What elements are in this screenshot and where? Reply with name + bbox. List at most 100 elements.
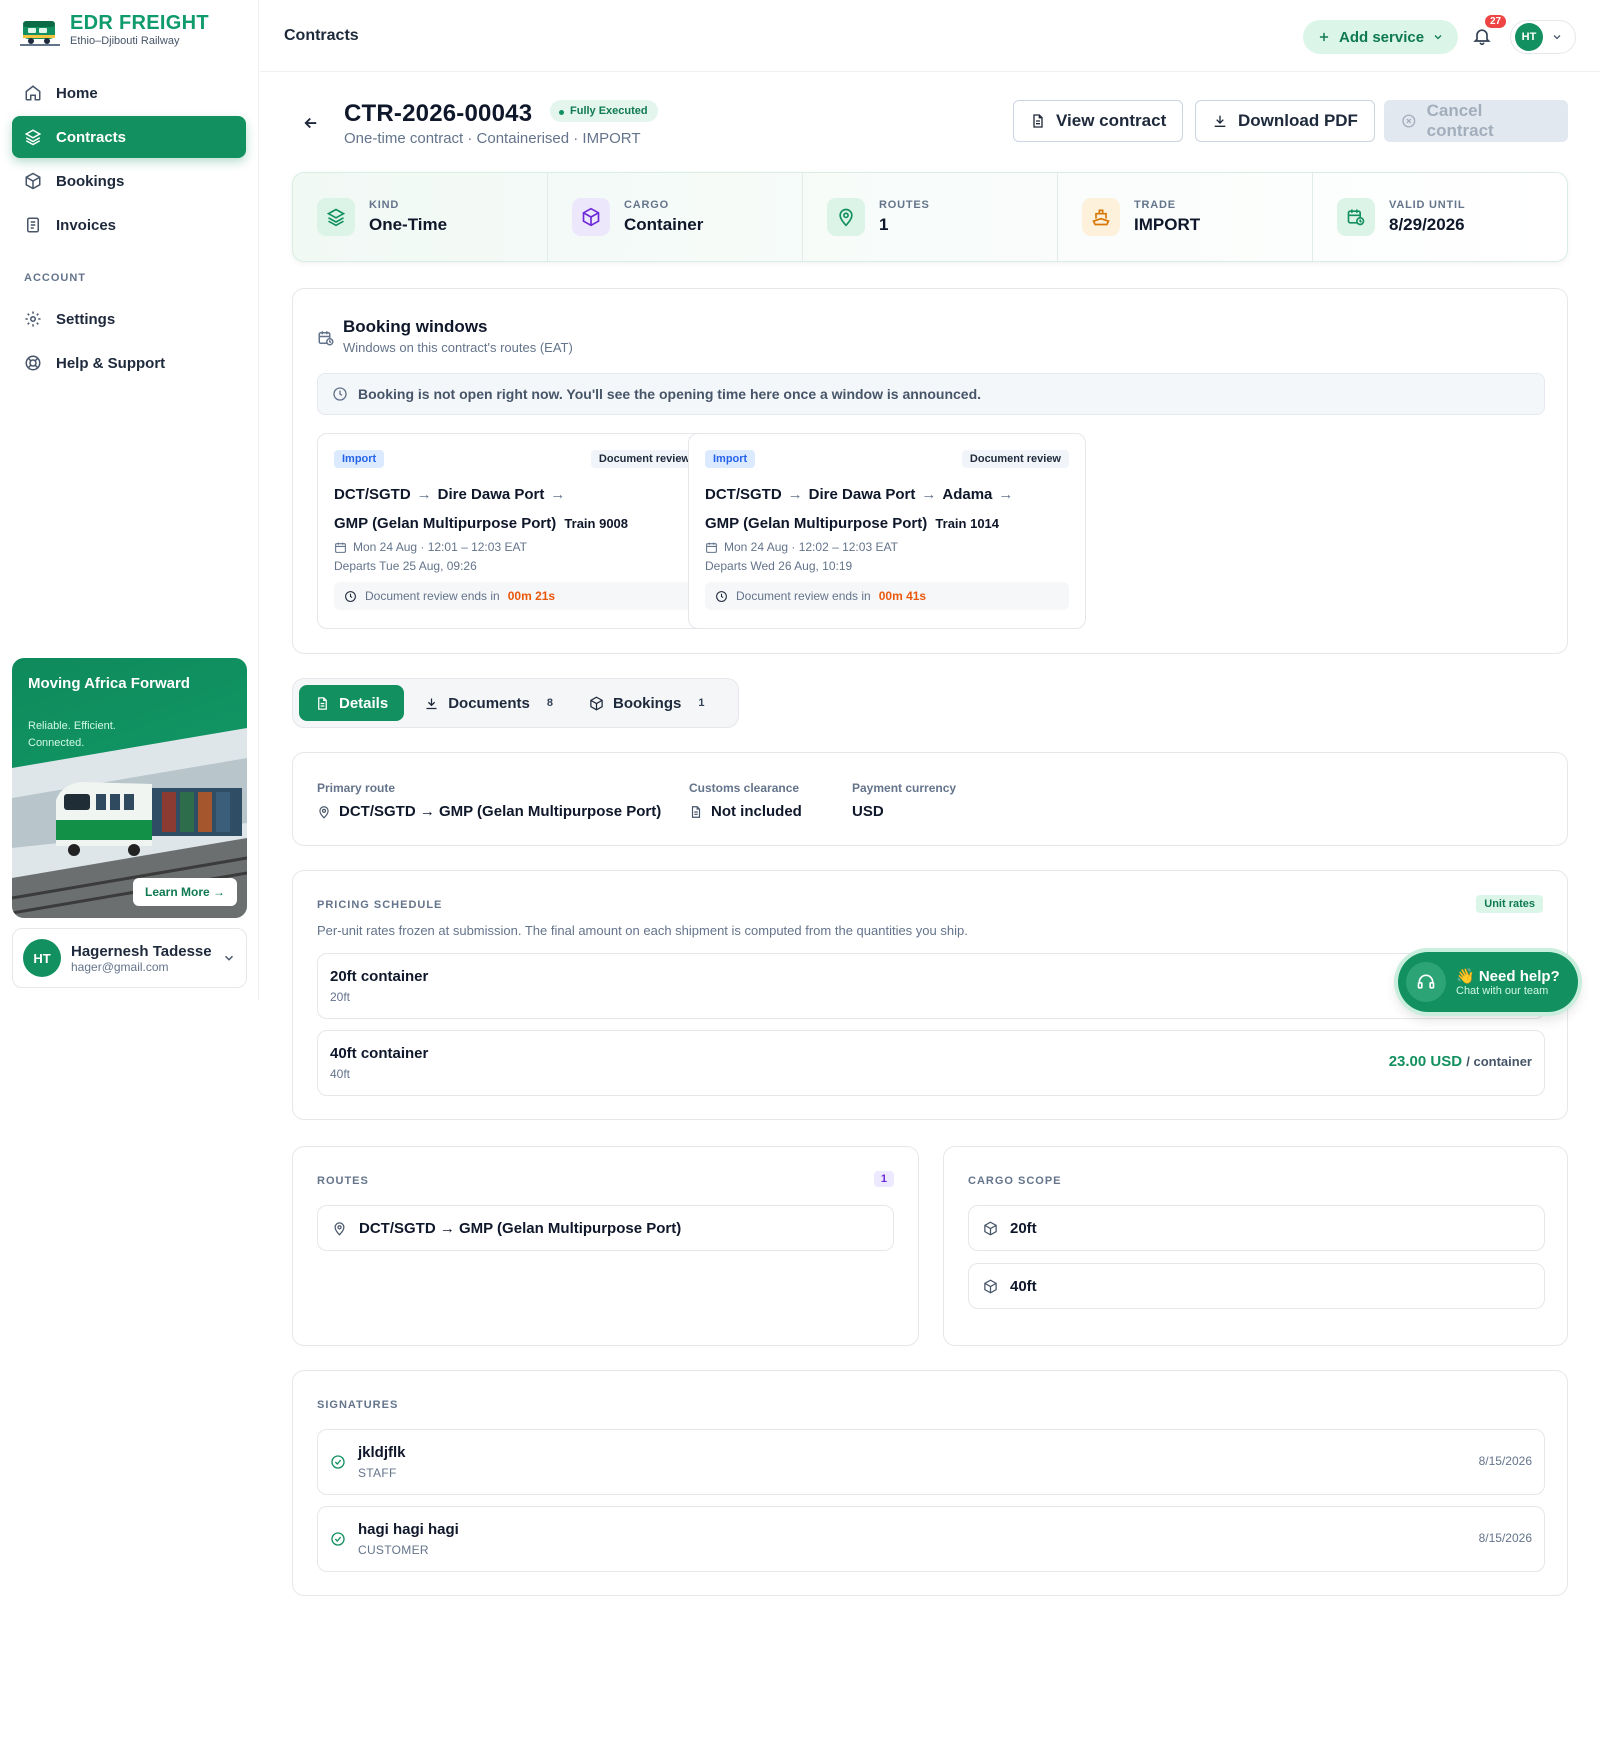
kpi-label: CARGO [624,199,669,211]
view-contract-label: View contract [1056,111,1167,130]
cancel-contract-label: Cancel contract [1426,101,1494,140]
kpi-label: KIND [369,199,400,211]
tab-details[interactable]: Details [299,685,405,721]
tab-count: 8 [546,697,554,709]
tab-label: Details [339,694,389,712]
price-item-size: 40ft [330,1067,351,1081]
field-value: Not included [689,803,802,820]
promo-subtitle: Reliable. Efficient. Connected. [28,720,116,749]
price-value: 23.00 USD [1388,1053,1463,1070]
kpi-valid-until: VALID UNTIL 8/29/2026 [1313,173,1567,261]
primary-route-field: Primary route DCT/SGTD → GMP (Gelan Mult… [317,781,661,820]
file-icon [691,805,701,818]
help-title: 👋 Need help? [1456,968,1560,985]
booking-window-card[interactable]: Import Document review DCT/SGTD → Dire Daw… [317,433,715,629]
map-pin-icon [319,805,329,819]
download-icon [1214,115,1226,127]
cancel-contract-button[interactable]: Cancel contract [1384,100,1568,142]
plus-icon [1319,32,1329,42]
countdown-value: 00m 41s [878,589,927,603]
map-pin-icon [827,198,865,236]
kpi-value: One-Time [369,215,448,234]
page-title: Contracts [284,27,359,44]
route-stops: DCT/SGTD → Dire Dawa Port → GMP (Gelan Mult… [334,480,704,538]
gear-icon [25,311,41,327]
sidebar-item-bookings[interactable]: Bookings [12,160,246,202]
booking-closed-notice: Booking is not open right now. You'll se… [317,373,1545,415]
add-service-button[interactable]: Add service [1303,20,1459,54]
arrow-right-icon: → [921,486,937,503]
top-header: Contracts Add service 27 HT [260,0,1600,72]
layers-icon [317,198,355,236]
stage-tag: Document review [590,450,698,468]
promo-title: Moving Africa Forward [28,675,190,692]
kpi-value: 8/29/2026 [1389,215,1465,234]
box-icon [984,1221,997,1235]
learn-more-button[interactable]: Learn More → [132,878,237,906]
price-unit: / container [1466,1054,1532,1069]
sidebar-item-help-support[interactable]: Help & Support [12,342,246,384]
account-section-label: ACCOUNT [24,272,86,284]
sidebar-item-settings[interactable]: Settings [12,298,246,340]
sidebar-item-label: Bookings [56,172,125,190]
booking-window-card[interactable]: Import Document review DCT/SGTD → Dire Daw… [688,433,1086,629]
need-help-button[interactable]: 👋 Need help? Chat with our team [1398,952,1578,1012]
download-icon [426,698,437,709]
section-subtitle: Per-unit rates frozen at submission. The… [317,923,968,938]
download-pdf-button[interactable]: Download PDF [1195,100,1375,142]
bell-icon[interactable] [1472,26,1492,46]
price-item-name: 40ft container [330,1045,429,1062]
window-time: Mon 24 Aug · 12:02 – 12:03 EAT [705,540,898,554]
signatures-card: SIGNATURES jkldjflk STAFF 8/15/2026 hagi… [292,1370,1568,1596]
sidebar-item-label: Help & Support [56,354,166,372]
arrow-right-icon: → [416,486,432,503]
sidebar-item-invoices[interactable]: Invoices [12,204,246,246]
tab-documents[interactable]: Documents 8 [408,685,569,721]
kpi-label: TRADE [1134,199,1176,211]
kpi-cargo: CARGO Container [548,173,803,261]
trade-tag: Import [334,450,385,468]
sidebar-nav: Home Contracts Bookings Invoices ACCOUNT… [12,72,246,386]
sidebar-item-home[interactable]: Home [12,72,246,114]
package-icon [25,172,41,190]
countdown: Document review ends in 00m 41s [705,582,1069,610]
sidebar-item-label: Settings [56,310,116,328]
help-subtitle: Chat with our team [1456,985,1549,997]
field-label: Customs clearance [689,781,800,795]
currency-value: USD [852,803,884,820]
route-stop: DCT/SGTD [705,486,782,503]
section-subtitle: Windows on this contract's routes (EAT) [343,340,573,355]
section-label: SIGNATURES [317,1399,399,1411]
train-number: Train 9008 [564,516,629,531]
cargo-item: 40ft [968,1263,1545,1309]
sidebar-item-label: Contracts [56,128,127,146]
kpi-routes: ROUTES 1 [803,173,1058,261]
user-email: hager@gmail.com [71,959,169,974]
primary-route-value: DCT/SGTD → GMP (Gelan Multipurpose Port) [339,803,662,820]
train-number: Train 1014 [935,516,1000,531]
invoice-icon [27,217,39,233]
promo-card: Moving Africa Forward Reliable. Efficien… [12,658,247,918]
view-contract-button[interactable]: View contract [1013,100,1184,142]
customs-value: Not included [711,803,802,820]
cargo-scope-card: CARGO SCOPE 20ft 40ft [943,1146,1568,1346]
kpi-value: Container [624,215,704,234]
user-profile-card[interactable]: HT Hagernesh Tadesse hager@gmail.com [12,928,247,988]
notice-text: Booking is not open right now. You'll se… [358,386,982,402]
box-icon [590,696,603,710]
user-menu[interactable]: HT [1510,20,1576,54]
arrow-left-icon[interactable] [302,114,320,132]
kpi-trade: TRADE IMPORT [1058,173,1313,261]
trade-tag: Import [705,450,756,468]
sidebar-item-contracts[interactable]: Contracts [12,116,246,158]
signer-role: CUSTOMER [358,1543,429,1557]
kpi-label: VALID UNTIL [1389,199,1466,211]
clock-icon [716,590,727,602]
tab-bookings[interactable]: Bookings 1 [573,685,720,721]
brand-logo[interactable]: EDR FREIGHT Ethio–Djibouti Railway [20,12,209,48]
route-stop: Adama [942,486,993,503]
clock-icon [333,387,347,401]
arrow-right-icon: → [550,486,566,503]
sidebar: EDR FREIGHT Ethio–Djibouti Railway Home … [0,0,259,1000]
countdown-label: Document review ends in [736,589,871,603]
